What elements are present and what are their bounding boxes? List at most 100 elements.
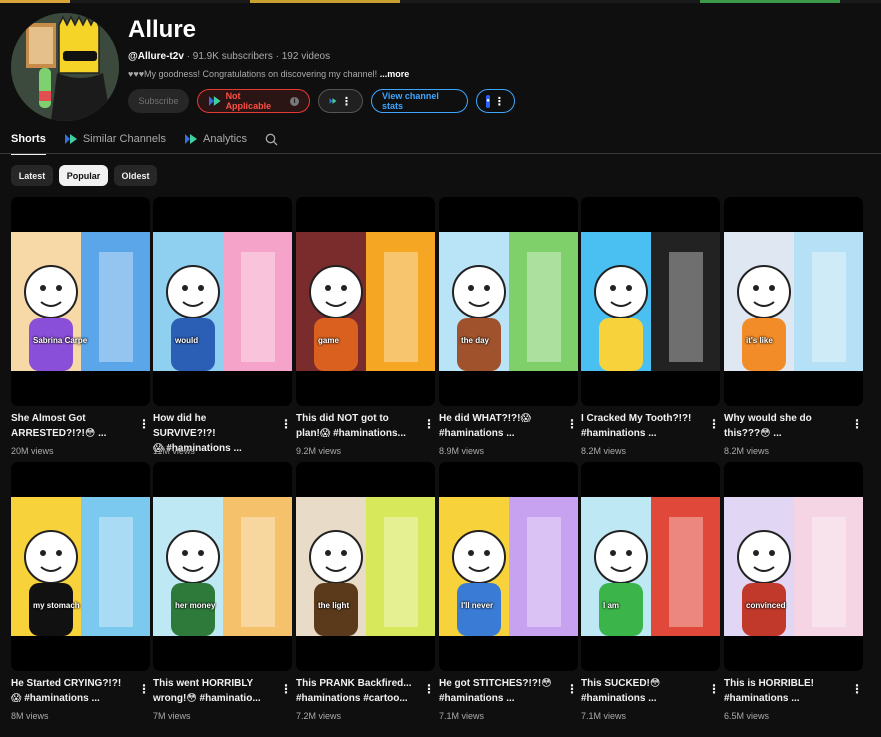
banner-strip	[0, 0, 881, 3]
more-actions-icon[interactable]: ⋮	[708, 417, 720, 431]
short-title[interactable]: This went HORRIBLY wrong!😳 #haminatio...	[153, 676, 271, 706]
tab-analytics[interactable]: Analytics	[184, 124, 247, 154]
meta-separator: ·	[275, 51, 279, 62]
subscriber-count: 91.9K subscribers	[192, 51, 273, 62]
short-thumbnail[interactable]: game	[296, 197, 435, 406]
view-count: 7.1M views	[439, 711, 485, 721]
short-title-line: #haminations ...	[724, 693, 800, 704]
short-thumbnail[interactable]: I am	[581, 462, 720, 671]
view-count: 8.2M views	[581, 446, 627, 456]
more-actions-icon[interactable]: ⋮	[423, 682, 435, 696]
short-thumbnail[interactable]: my stomach	[11, 462, 150, 671]
view-count: 6.5M views	[724, 711, 770, 721]
search-tab[interactable]	[265, 124, 278, 154]
short-title[interactable]: This is HORRIBLE! #haminations ...	[724, 676, 842, 706]
short-thumbnail[interactable]	[581, 197, 720, 406]
short-title-line: #haminations ...	[439, 428, 515, 439]
short-title-line: #haminations ...	[581, 693, 657, 704]
more-actions-icon[interactable]: ⋮	[280, 682, 292, 696]
view-channel-stats-button[interactable]: View channel stats	[371, 89, 468, 113]
extension-logo-icon	[185, 134, 197, 144]
more-actions-icon[interactable]: ⋮	[851, 682, 863, 696]
short-thumbnail[interactable]: Sabrina Carpe	[11, 197, 150, 406]
thumbnail-caption: I am	[603, 601, 620, 610]
search-icon	[265, 133, 278, 145]
short-title-line: This is HORRIBLE!	[724, 678, 815, 689]
short-thumbnail[interactable]: the light	[296, 462, 435, 671]
short-title-line: 😱 #haminations ...	[11, 693, 100, 704]
thumbnail-art: her money	[153, 497, 292, 636]
thumbnail-art: game	[296, 232, 435, 371]
thumbnail-art: I am	[581, 497, 720, 636]
more-actions-icon[interactable]: ⋮	[423, 417, 435, 431]
avatar-image	[11, 13, 119, 121]
short-title[interactable]: Why would she do this???😳 ...	[724, 411, 842, 441]
tab-similar-channels[interactable]: Similar Channels	[64, 124, 166, 154]
short-title[interactable]: This did NOT got to plan!😱 #haminations..…	[296, 411, 414, 441]
short-title[interactable]: He did WHAT?!?!😱 #haminations ...	[439, 411, 557, 441]
extension-logo-icon	[64, 134, 77, 144]
short-title-line: This went HORRIBLY	[153, 678, 254, 689]
short-title[interactable]: He got STITCHES?!?!😳 #haminations ...	[439, 676, 557, 706]
short-thumbnail[interactable]: it's like	[724, 197, 863, 406]
view-count: 11M views	[153, 446, 195, 456]
thumbnail-caption: my stomach	[33, 601, 80, 610]
view-count: 8M views	[11, 711, 49, 721]
meta-separator: ·	[186, 51, 190, 62]
short-title-line: ARRESTED?!?!😳 ...	[11, 428, 107, 439]
tab-label: Analytics	[203, 133, 248, 145]
short-thumbnail[interactable]: would	[153, 197, 292, 406]
more-actions-icon[interactable]: ⋮	[708, 682, 720, 696]
tabs-divider	[0, 153, 881, 154]
chip-oldest[interactable]: Oldest	[114, 165, 157, 186]
view-count: 7.1M views	[581, 711, 627, 721]
thumbnail-caption: game	[318, 336, 339, 345]
description-text: ♥♥♥My goodness! Congratulations on disco…	[128, 69, 378, 79]
chip-latest[interactable]: Latest	[11, 165, 53, 186]
extension-menu-button[interactable]: ⋮	[318, 89, 363, 113]
short-thumbnail[interactable]: I'll never	[439, 462, 578, 671]
thumbnail-art: the day	[439, 232, 578, 371]
view-count: 7.2M views	[296, 711, 342, 721]
extension-logo-icon	[329, 98, 337, 104]
short-title-line: This SUCKED!😳	[581, 678, 661, 689]
more-link[interactable]: ...more	[380, 69, 410, 79]
view-count: 7M views	[153, 711, 191, 721]
sort-chips: Latest Popular Oldest	[11, 165, 157, 186]
short-title[interactable]: He Started CRYING?!?! 😱 #haminations ...	[11, 676, 129, 706]
more-actions-icon[interactable]: ⋮	[566, 417, 578, 431]
channel-description[interactable]: ♥♥♥My goodness! Congratulations on disco…	[128, 69, 409, 79]
channel-avatar[interactable]	[11, 13, 119, 121]
short-title-line: How did he SURVIVE?!?!	[153, 413, 216, 439]
subscribe-button[interactable]: Subscribe	[128, 89, 189, 113]
short-title[interactable]: I Cracked My Tooth?!?! #haminations ...	[581, 411, 699, 441]
short-thumbnail[interactable]: the day	[439, 197, 578, 406]
tab-shorts[interactable]: Shorts	[11, 124, 46, 155]
short-title-line: this???😳 ...	[724, 428, 782, 439]
more-actions-icon[interactable]: ⋮	[138, 417, 150, 431]
chip-popular[interactable]: Popular	[59, 165, 108, 186]
not-applicable-button[interactable]: Not Applicable i	[197, 89, 310, 113]
more-actions-icon[interactable]: ⋮	[138, 682, 150, 696]
short-title-line: wrong!😳 #haminatio...	[153, 693, 261, 704]
view-count: 8.2M views	[724, 446, 770, 456]
thumbnail-caption: her money	[175, 601, 216, 610]
short-title-line: Why would she do	[724, 413, 812, 424]
short-title[interactable]: This SUCKED!😳 #haminations ...	[581, 676, 699, 706]
short-thumbnail[interactable]: convinced	[724, 462, 863, 671]
short-thumbnail[interactable]: her money	[153, 462, 292, 671]
short-title[interactable]: She Almost Got ARRESTED?!?!😳 ...	[11, 411, 129, 441]
thumbnail-caption: I'll never	[461, 601, 494, 610]
more-actions-icon[interactable]: ⋮	[851, 417, 863, 431]
thumbnail-art: Sabrina Carpe	[11, 232, 150, 371]
thumbnail-caption: the day	[461, 336, 490, 345]
short-title-line: She Almost Got	[11, 413, 86, 424]
more-actions-icon[interactable]: ⋮	[566, 682, 578, 696]
channel-title: Allure	[128, 16, 197, 43]
more-actions-icon[interactable]: ⋮	[280, 417, 292, 431]
info-icon[interactable]: i	[290, 96, 299, 106]
extension-badge-button[interactable]: ● ⋮	[476, 89, 515, 113]
short-title[interactable]: This PRANK Backfired... #haminations #car…	[296, 676, 414, 706]
video-count: 192 videos	[281, 51, 331, 62]
more-options-icon: ⋮	[341, 95, 352, 108]
